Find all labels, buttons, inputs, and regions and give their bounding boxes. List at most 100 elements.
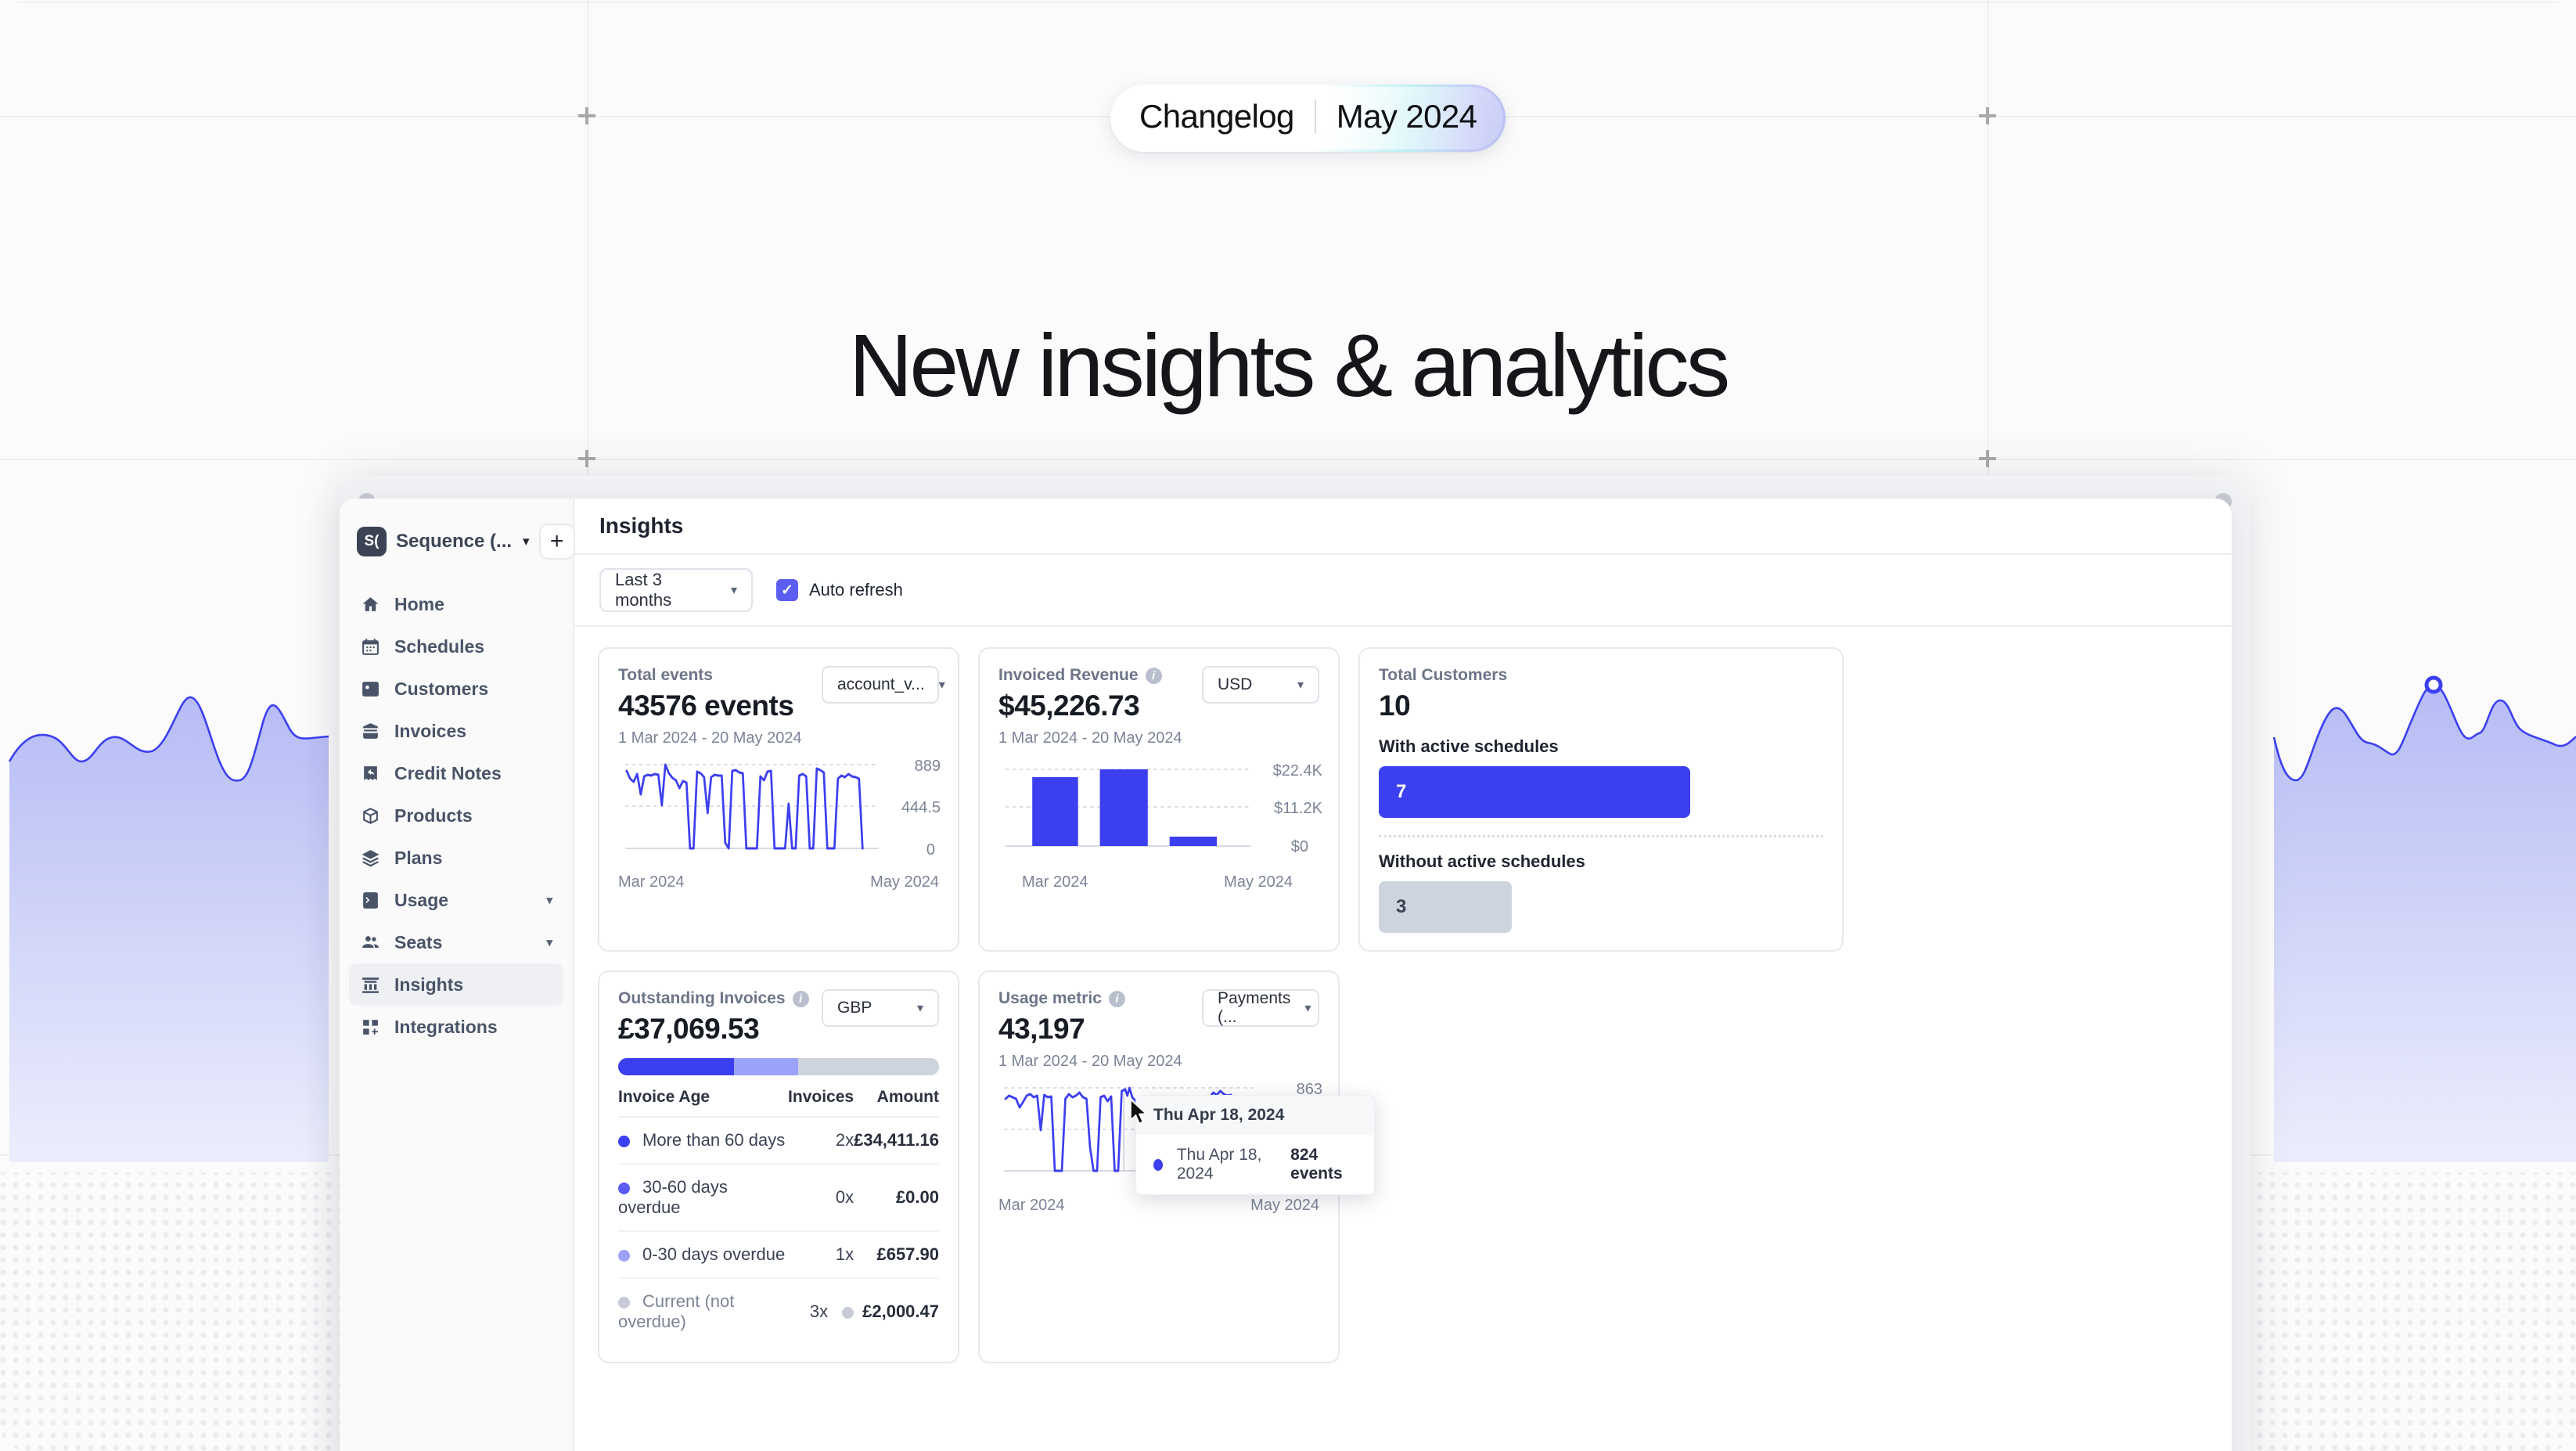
checkbox-checked-icon[interactable]: ✓	[776, 579, 798, 601]
line-chart-svg	[625, 763, 879, 850]
y-axis-tick-max: 889	[914, 758, 941, 775]
tooltip-row: Thu Apr 18, 2024 824 events	[1136, 1135, 1374, 1194]
layers-icon	[360, 848, 380, 868]
sidebar-item-home[interactable]: Home	[349, 583, 563, 625]
page-heading: Insights	[599, 513, 684, 538]
sidebar-item-label: Usage	[394, 889, 449, 910]
add-workspace-button[interactable]: +	[538, 524, 575, 560]
bar-apr-2024	[1099, 769, 1148, 846]
x-axis-tick-start: Mar 2024	[1022, 873, 1088, 891]
cards-row-1: Total events 43576 events 1 Mar 2024 - 2…	[598, 647, 2208, 952]
app-window: S( Sequence (... ▾ + Home Schedules Cust…	[340, 499, 2232, 1451]
sidebar-item-customers[interactable]: Customers	[349, 668, 563, 710]
card-outstanding-invoices: Outstanding Invoices i £37,069.53 GBP ▾	[598, 970, 959, 1363]
table-row: 30-60 days overdue 0x £0.00	[618, 1164, 939, 1232]
cell-invoice-age: 0-30 days overdue	[618, 1231, 789, 1279]
sidebar-item-products[interactable]: Products	[349, 794, 563, 837]
chevron-down-icon: ▾	[916, 1002, 923, 1015]
bar-mar-2024	[1032, 777, 1078, 846]
card-label-text: Total Customers	[1379, 666, 1508, 684]
invoice-icon	[360, 721, 380, 741]
table-header-row: Invoice Age Invoices Amount	[618, 1088, 939, 1118]
plus-mark-icon	[1979, 107, 1996, 124]
plus-mark-icon	[578, 450, 595, 467]
cell-amount: £2,000.47	[862, 1302, 939, 1321]
auto-refresh-label: Auto refresh	[809, 580, 903, 599]
terminal-icon	[360, 890, 380, 910]
card-date-range: 1 Mar 2024 - 20 May 2024	[998, 729, 1182, 747]
date-range-select[interactable]: Last 3 months ▾	[599, 568, 753, 612]
column-header-invoice-age: Invoice Age	[618, 1088, 789, 1118]
cell-invoice-age: Current (not overdue)	[618, 1291, 735, 1331]
workspace-switcher[interactable]: S( Sequence (... ▾ +	[340, 517, 575, 566]
auto-refresh-toggle[interactable]: ✓ Auto refresh	[776, 579, 903, 601]
column-header-amount: Amount	[854, 1088, 939, 1118]
table-row: More than 60 days 2x £34,411.16	[618, 1117, 939, 1165]
sidebar-item-seats[interactable]: Seats ▾	[349, 921, 563, 963]
x-axis-tick-start: Mar 2024	[618, 873, 685, 891]
sidebar-item-label: Schedules	[394, 635, 485, 657]
progress-segment	[618, 1058, 734, 1075]
card-label-text: Outstanding Invoices	[618, 989, 786, 1007]
y-axis-tick-max: $22.4K	[1272, 762, 1322, 780]
sidebar-item-plans[interactable]: Plans	[349, 837, 563, 879]
cell-invoice-age: More than 60 days	[618, 1117, 789, 1165]
info-icon[interactable]: i	[792, 990, 809, 1007]
bar-may-2024	[1169, 837, 1217, 846]
sidebar-item-label: Invoices	[394, 720, 467, 741]
info-icon[interactable]: i	[1145, 667, 1162, 684]
x-axis-labels: Mar 2024 May 2024	[998, 873, 1319, 891]
badge-changelog-label: Changelog	[1139, 98, 1294, 135]
card-value: $45,226.73	[998, 689, 1140, 722]
sidebar-item-invoices[interactable]: Invoices	[349, 710, 563, 752]
card-label: Total events	[618, 666, 802, 685]
sidebar-item-usage[interactable]: Usage ▾	[349, 879, 563, 921]
without-active-schedules-bar: 3	[1379, 881, 1513, 933]
sidebar-item-schedules[interactable]: Schedules	[349, 625, 563, 668]
grid-line-horizontal	[0, 459, 2576, 460]
x-axis-tick-start: Mar 2024	[998, 1197, 1065, 1214]
sidebar-item-credit-notes[interactable]: Credit Notes	[349, 752, 563, 794]
sidebar-item-integrations[interactable]: Integrations	[349, 1006, 563, 1048]
usage-metric-select[interactable]: Payments (... ▾	[1202, 989, 1319, 1027]
main-content: Insights Last 3 months ▾ ✓ Auto refresh	[574, 499, 2232, 1451]
sidebar-item-label: Home	[394, 593, 444, 614]
progress-segment	[797, 1058, 939, 1075]
credit-note-icon	[360, 763, 380, 783]
cell-amount: £657.90	[854, 1231, 939, 1279]
plus-mark-icon	[1979, 450, 1996, 467]
cell-invoices: 0x	[788, 1164, 854, 1232]
usage-metric-line-chart: 863 0 Thu Apr 18, 2024 Thu Apr 18, 2024 …	[998, 1081, 1375, 1195]
insights-cards: Total events 43576 events 1 Mar 2024 - 2…	[574, 627, 2232, 1384]
insights-icon	[360, 974, 380, 995]
y-axis-tick-min: $0	[1290, 838, 1308, 855]
cell-invoices: 1x	[788, 1231, 854, 1279]
y-axis-tick-mid: $11.2K	[1274, 800, 1322, 817]
currency-select-gbp[interactable]: GBP ▾	[822, 989, 939, 1027]
plus-mark-icon	[578, 107, 595, 124]
filters-toolbar: Last 3 months ▾ ✓ Auto refresh	[574, 555, 2232, 627]
sidebar-item-insights[interactable]: Insights	[349, 963, 563, 1006]
sidebar-item-label: Customers	[394, 678, 489, 699]
with-active-schedules-label: With active schedules	[1379, 736, 1559, 756]
chart-tooltip: Thu Apr 18, 2024 Thu Apr 18, 2024 824 ev…	[1135, 1095, 1375, 1195]
sidebar-item-label: Plans	[394, 847, 443, 868]
x-axis-tick-end: May 2024	[1250, 1197, 1319, 1214]
card-value: £37,069.53	[618, 1013, 760, 1045]
grid-line-horizontal	[0, 2, 2576, 3]
badge-separator	[1314, 100, 1316, 133]
invoiced-revenue-bar-chart: $22.4K $11.2K $0	[998, 758, 1322, 864]
select-value: USD	[1218, 675, 1253, 693]
cards-row-2-spacer	[1358, 970, 1844, 1363]
total-events-metric-select[interactable]: account_v... ▾	[822, 666, 945, 704]
sidebar-nav: Home Schedules Customers Invoices Credit…	[340, 583, 573, 1048]
currency-select-usd[interactable]: USD ▾	[1202, 666, 1319, 704]
card-label: Invoiced Revenue i	[998, 666, 1182, 685]
select-value: Payments (...	[1218, 989, 1291, 1026]
legend-dot	[618, 1135, 630, 1147]
workspace-name: Sequence (...	[396, 531, 513, 552]
column-header-invoices: Invoices	[788, 1088, 854, 1118]
box-icon	[360, 805, 380, 826]
chevron-down-icon: ▾	[546, 894, 552, 907]
info-icon[interactable]: i	[1108, 990, 1125, 1007]
